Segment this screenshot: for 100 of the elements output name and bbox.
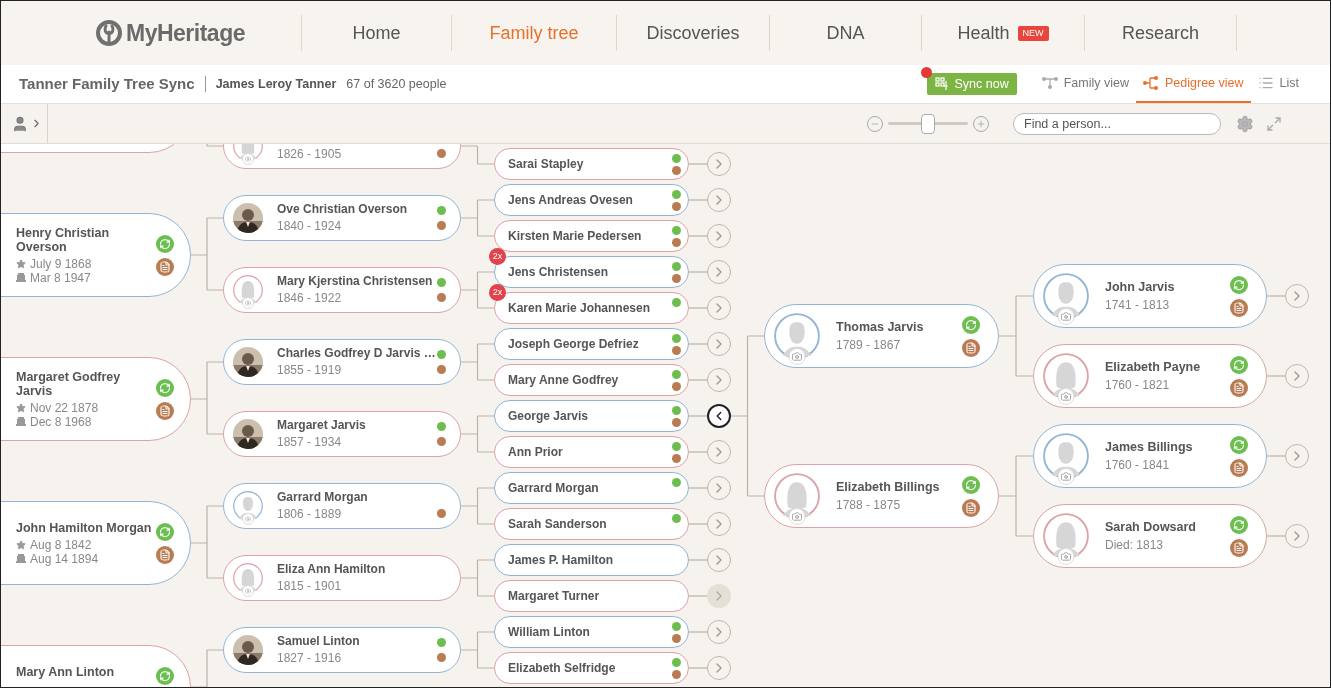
star-icon [16,539,26,550]
sync-icon[interactable] [962,475,980,494]
person-card[interactable]: James P. Hamilton [494,544,689,576]
person-card[interactable]: Elizabeth Selfridge [494,652,689,684]
person-card[interactable]: Charles Godfrey D Jarvis … 1855 - 1919 [223,339,461,385]
person-name: Charles Godfrey D Jarvis … [277,346,436,361]
sync-icon[interactable] [156,666,174,685]
person-name: Garrard Morgan [508,480,599,497]
expand-chevron-icon[interactable] [707,512,731,536]
sync-icon[interactable] [1230,515,1248,534]
nav-tab[interactable]: Health [957,19,1010,47]
person-card[interactable]: Elizabeth Billings 1788 - 1875 [764,464,999,528]
nav-tab[interactable]: Home [352,19,401,47]
person-name: Jens Christensen [508,264,609,281]
expand-chevron-icon[interactable] [707,152,731,176]
person-card[interactable]: 1826 - 1905 [223,144,461,169]
person-card[interactable]: Joseph George Defriez [494,328,689,360]
expand-chevron-icon[interactable] [707,476,731,500]
connector-line [1266,295,1286,297]
view-tab[interactable]: Family view [1034,65,1137,103]
person-card[interactable]: Ove Christian Overson 1840 - 1924 [223,195,461,241]
connector-line [460,631,495,669]
document-icon[interactable] [1230,378,1248,397]
person-card[interactable]: Kirsten Marie Pedersen [494,220,689,252]
person-card[interactable]: Samuel Linton 1827 - 1916 [223,627,461,673]
sync-icon[interactable] [1230,355,1248,374]
person-card[interactable]: Sarah Dowsard Died: 1813 [1033,504,1267,568]
expand-chevron-icon[interactable] [707,296,731,320]
person-card[interactable]: Mary Kjerstina Christensen 1846 - 1922 [223,267,461,313]
expand-chevron-icon[interactable] [707,260,731,284]
person-card[interactable]: Sarai Stapley [494,148,689,180]
expand-chevron-icon[interactable] [707,620,731,644]
document-icon[interactable] [962,338,980,357]
document-icon[interactable] [156,257,174,276]
person-card[interactable]: George Jarvis [494,400,689,432]
person-name: James P. Hamilton [508,552,614,569]
person-card[interactable]: William Linton [494,616,689,648]
connector-line [460,343,495,381]
document-icon[interactable] [962,498,980,517]
person-name: Sarai Stapley [508,156,584,173]
sync-icon[interactable] [156,522,174,541]
expand-chevron-icon[interactable] [707,656,731,680]
person-card[interactable]: Jens Andreas Ovesen [494,184,689,216]
zoom-slider[interactable] [888,113,968,134]
document-icon[interactable] [156,545,174,564]
person-card[interactable]: Margaret Jarvis 1857 - 1934 [223,411,461,457]
expand-chevron-icon[interactable] [707,440,731,464]
person-card[interactable]: Ann Prior [494,436,689,468]
expand-chevron-icon[interactable] [707,332,731,356]
find-person-field[interactable]: Find a person... [1013,112,1221,135]
document-icon[interactable] [1230,538,1248,557]
nav-tab[interactable]: Discoveries [646,19,740,47]
connector-line [460,199,495,237]
family-view-icon [1041,77,1058,89]
expand-chevron-icon[interactable] [707,188,731,212]
expand-chevron-icon[interactable] [1285,364,1309,388]
star-icon [16,258,26,269]
fullscreen-icon[interactable] [1266,115,1282,132]
person-card[interactable]: Thomas Jarvis 1789 - 1867 [764,304,999,368]
expand-chevron-icon[interactable] [707,548,731,572]
slider-thumb[interactable] [921,113,935,134]
person-card[interactable]: James Billings 1760 - 1841 [1033,424,1267,488]
person-card[interactable]: Garrard Morgan [494,472,689,504]
expand-chevron-icon[interactable] [707,368,731,392]
person-card[interactable]: John Hamilton Morgan Aug 8 1842 Aug 14 1894 [1,501,191,585]
person-name: Eliza Ann Hamilton [277,562,386,577]
person-card[interactable]: Mary Ann Linton [1,645,191,687]
connector-line [1266,455,1286,457]
document-icon[interactable] [156,401,174,420]
person-card[interactable]: Henry Christian Overson July 9 1868 Mar 8 1947 [1,213,191,297]
expand-chevron-icon[interactable] [1285,524,1309,548]
expand-chevron-icon[interactable] [1285,284,1309,308]
person-card[interactable]: John Jarvis 1741 - 1813 [1033,264,1267,328]
nav-tab[interactable]: DNA [826,19,865,47]
sync-icon[interactable] [1230,275,1248,294]
connector-line [190,649,224,687]
view-tab[interactable]: List [1250,65,1306,103]
person-name: Margaret Turner [508,588,600,605]
sync-icon[interactable] [156,234,174,253]
life-years: 1741 - 1813 [1105,297,1171,313]
document-icon[interactable] [1230,458,1248,477]
person-card[interactable]: Elizabeth Payne 1760 - 1821 [1033,344,1267,408]
settings-icon[interactable] [1236,114,1254,133]
sync-icon[interactable] [1230,435,1248,454]
sync-icon[interactable] [156,378,174,397]
person-icon[interactable] [11,114,29,133]
sync-icon[interactable] [962,315,980,334]
collapse-chevron-icon[interactable] [707,404,731,428]
logo-text: MyHeritage [126,18,245,48]
document-icon[interactable] [1230,298,1248,317]
person-card[interactable]: Margaret Godfrey Jarvis Nov 22 1878 Dec 8 1968 [1,357,191,441]
expand-chevron-icon[interactable] [1285,444,1309,468]
person-card[interactable]: Garrard Morgan 1806 - 1889 [223,483,461,529]
person-name: Karen Marie Johannesen [508,300,651,317]
person-card[interactable]: Sarah Sanderson [494,508,689,540]
person-card[interactable]: Eliza Ann Hamilton 1815 - 1901 [223,555,461,601]
expand-chevron-icon[interactable] [707,224,731,248]
nav-tab[interactable]: Research [1121,19,1199,47]
connector-line [688,199,708,201]
person-card[interactable]: Mary Anne Godfrey [494,364,689,396]
